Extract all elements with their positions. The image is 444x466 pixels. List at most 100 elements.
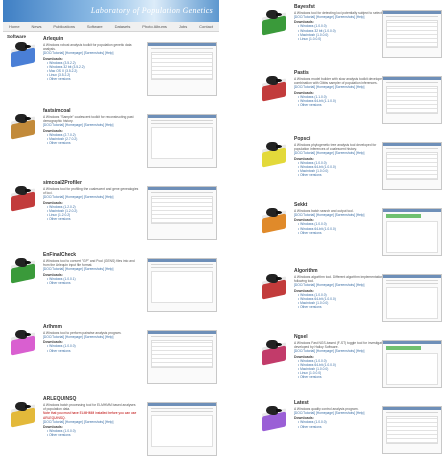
thumbnail-line (151, 267, 213, 269)
thumbnail-titlebar (148, 331, 216, 334)
download-link[interactable]: • Linux (1.0.0.0) (294, 37, 390, 41)
download-link[interactable]: • Other versions (43, 217, 139, 221)
nav-bar: Home News Publications Software Datasets Phot… (3, 22, 219, 32)
entry-title[interactable]: simcoal2Profiler (43, 180, 139, 186)
thumbnail-line (151, 123, 213, 125)
entry-description: A Windows batch processing tool for ELMH… (43, 403, 136, 412)
entry-title[interactable]: ARLEQUINSQ (43, 396, 139, 402)
thumbnail-panel (151, 415, 213, 448)
nav-item-home[interactable]: Home (9, 24, 20, 29)
entry-links[interactable]: [DOC/Tutorial] [Homepage] [Screenshots] … (43, 195, 139, 199)
download-link[interactable]: • Other versions (294, 375, 390, 379)
screenshot-thumbnail[interactable] (147, 42, 217, 96)
entry-text: Sekkt A Windows batch search and output t… (294, 202, 390, 235)
download-link[interactable]: • Other versions (294, 231, 390, 235)
download-link[interactable]: • Other versions (294, 305, 390, 309)
software-icon (7, 114, 39, 144)
screenshot-thumbnail[interactable] (382, 10, 442, 58)
entry-description: A Windows algorithm tool. Different algo… (294, 275, 385, 284)
entry-description: A Windows model builder with slow analys… (294, 77, 388, 86)
screenshot-thumbnail[interactable] (382, 340, 442, 388)
thumbnail-titlebar (383, 143, 441, 146)
thumbnail-table (386, 416, 438, 445)
screenshot-thumbnail[interactable] (147, 186, 217, 240)
download-link[interactable]: • Other versions (43, 281, 139, 285)
software-icon (258, 406, 290, 436)
entry-links[interactable]: [DOC/Tutorial] [Homepage] [Screenshots] … (294, 349, 390, 353)
entry-text: Popsci A Windows phylogenetic tree analys… (294, 136, 390, 177)
entry-links[interactable]: [DOC/Tutorial] [Homepage] [Screenshots] … (43, 420, 139, 424)
download-link[interactable]: • Other versions (294, 173, 390, 177)
nav-item-datasets[interactable]: Datasets (115, 24, 131, 29)
entry-links[interactable]: [DOC/Tutorial] [Homepage] [Screenshots] … (43, 267, 139, 271)
download-link[interactable]: • Other versions (43, 77, 139, 81)
nav-item-software[interactable]: Software (87, 24, 103, 29)
entry-title[interactable]: Latest (294, 400, 390, 406)
screenshot-thumbnail[interactable] (147, 330, 217, 384)
entry-title[interactable]: Sekkt (294, 202, 390, 208)
entry-links[interactable]: [DOC/Tutorial] [Homepage] [Screenshots] … (294, 85, 390, 89)
entry-title[interactable]: fastsimcoal (43, 108, 139, 114)
screenshot-thumbnail[interactable] (382, 208, 442, 256)
nav-item-news[interactable]: News (32, 24, 42, 29)
screenshot-thumbnail[interactable] (382, 406, 442, 454)
entry-title[interactable]: EnFinalCheck (43, 252, 139, 258)
entry-title[interactable]: Ngsel (294, 334, 390, 340)
entry-title[interactable]: Arlequin (43, 36, 139, 42)
entry-links[interactable]: [DOC/Tutorial] [Homepage] [Screenshots] … (43, 51, 139, 55)
entry-title[interactable]: Algorithm (294, 268, 390, 274)
site-banner: Laboratory of Population Genetics (3, 0, 219, 22)
entry-links[interactable]: [DOC/Tutorial] [Homepage] [Screenshots] … (294, 15, 390, 19)
entry-text: Algorithm A Windows algorithm tool. Diffe… (294, 268, 390, 309)
screenshot-thumbnail[interactable] (382, 274, 442, 322)
thumbnail-line (151, 264, 213, 266)
entry-description: A Windows robust analysis toolkit for po… (43, 43, 132, 52)
screenshot-thumbnail[interactable] (147, 258, 217, 312)
thumbnail-line (151, 336, 213, 338)
entry-links[interactable]: [DOC/Tutorial] [Homepage] [Screenshots] … (294, 283, 390, 287)
nav-item-contact[interactable]: Contact (199, 24, 213, 29)
nav-item-photo-albums[interactable]: Photo Albums (142, 24, 167, 29)
thumbnail-table (151, 340, 213, 369)
software-entry: Ngsel A Windows Fast NGS-based (F-ST) tog… (254, 334, 442, 398)
entry-title[interactable]: Popsci (294, 136, 390, 142)
entry-title[interactable]: Bayesfst (294, 4, 390, 10)
nav-item-jobs[interactable]: Jobs (179, 24, 187, 29)
entry-links[interactable]: [DOC/Tutorial] [Homepage] [Screenshots] … (43, 123, 139, 127)
software-icon (7, 42, 39, 72)
entry-text: Latest A Windows quality control analysis… (294, 400, 390, 429)
thumbnail-line (386, 412, 438, 414)
thumbnail-panel (386, 221, 438, 253)
entry-title[interactable]: Arlhmm (43, 324, 139, 330)
bird-beak-icon (276, 277, 282, 280)
entry-text: fastsimcoal A Windows "Sample" coalescent… (43, 108, 139, 145)
bird-beak-icon (276, 211, 282, 214)
software-entry: EnFinalCheck A Windows tool to convert "G… (3, 252, 219, 322)
thumbnail-titlebar (383, 209, 441, 212)
screenshot-thumbnail[interactable] (147, 402, 217, 456)
download-link[interactable]: • Other versions (43, 349, 139, 353)
download-link[interactable]: • Other versions (294, 103, 390, 107)
thumbnail-line (151, 192, 213, 194)
entry-links[interactable]: [DOC/Tutorial] [Homepage] [Screenshots] … (43, 335, 139, 339)
bird-beak-icon (25, 333, 31, 336)
thumbnail-line (386, 280, 438, 282)
entry-links[interactable]: [DOC/Tutorial] [Homepage] [Screenshots] … (294, 213, 390, 217)
entry-links[interactable]: [DOC/Tutorial] [Homepage] [Screenshots] … (294, 411, 390, 415)
thumbnail-line (151, 408, 213, 410)
screenshot-thumbnail[interactable] (382, 142, 442, 190)
download-link[interactable]: • Other versions (43, 141, 139, 145)
entry-links[interactable]: [DOC/Tutorial] [Homepage] [Screenshots] … (294, 151, 390, 155)
entry-title[interactable]: Pastis (294, 70, 390, 76)
download-link[interactable]: • Other versions (294, 425, 390, 429)
thumbnail-titlebar (383, 341, 441, 344)
screenshot-thumbnail[interactable] (382, 76, 442, 124)
bird-beak-icon (25, 405, 31, 408)
thumbnail-titlebar (148, 115, 216, 118)
software-entry: Sekkt A Windows batch search and output t… (254, 202, 442, 266)
screenshot-thumbnail[interactable] (147, 114, 217, 168)
download-link[interactable]: • Other versions (43, 433, 139, 437)
nav-item-publications[interactable]: Publications (53, 24, 75, 29)
entry-description: A Windows tool for profiling the coalesc… (43, 187, 139, 196)
entry-description: A Windows "Sample" coalescent toolkit fo… (43, 115, 134, 124)
